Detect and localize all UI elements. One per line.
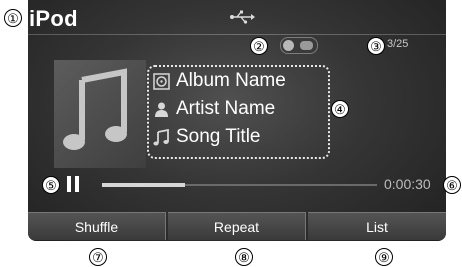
page-title: iPod: [29, 6, 78, 31]
usb-icon: [230, 10, 255, 24]
track-info-box: Album Name Artist Name Song Title: [147, 65, 330, 159]
ipod-screen: iPod ② ③ 3/25 Album Name Artist Name Son…: [28, 0, 446, 241]
callout-5: ⑤: [42, 176, 60, 194]
header-divider: [28, 34, 446, 35]
repeat-button[interactable]: Repeat: [168, 212, 306, 240]
callout-3: ③: [367, 37, 385, 55]
progress-fill: [102, 183, 185, 187]
song-title: Song Title: [176, 126, 261, 147]
album-name: Album Name: [176, 70, 286, 91]
toggle-knob: [283, 40, 294, 51]
progress-bar[interactable]: [102, 183, 377, 187]
song-row: Song Title: [153, 126, 261, 148]
artist-name: Artist Name: [176, 98, 276, 119]
shuffle-button[interactable]: Shuffle: [28, 212, 166, 240]
toggle-indicator: [300, 41, 313, 50]
callout-8: ⑧: [235, 248, 253, 266]
album-icon: [153, 72, 170, 90]
artist-row: Artist Name: [153, 98, 275, 120]
artist-icon: [155, 102, 168, 117]
connection-toggle-icon[interactable]: [280, 37, 318, 54]
callout-7: ⑦: [89, 248, 107, 266]
track-count: 3/25: [387, 38, 409, 50]
callout-2: ②: [250, 37, 268, 55]
album-row: Album Name: [153, 70, 286, 92]
pause-icon[interactable]: [67, 176, 79, 192]
callout-1: ①: [4, 9, 22, 27]
callout-6: ⑥: [443, 176, 461, 194]
music-note-icon: [63, 68, 127, 150]
callout-9: ⑨: [375, 248, 393, 266]
elapsed-time: 0:00:30: [384, 176, 431, 192]
song-icon: [153, 128, 169, 145]
list-button[interactable]: List: [308, 212, 446, 240]
callout-4: ④: [331, 100, 349, 118]
album-art: [54, 60, 146, 168]
